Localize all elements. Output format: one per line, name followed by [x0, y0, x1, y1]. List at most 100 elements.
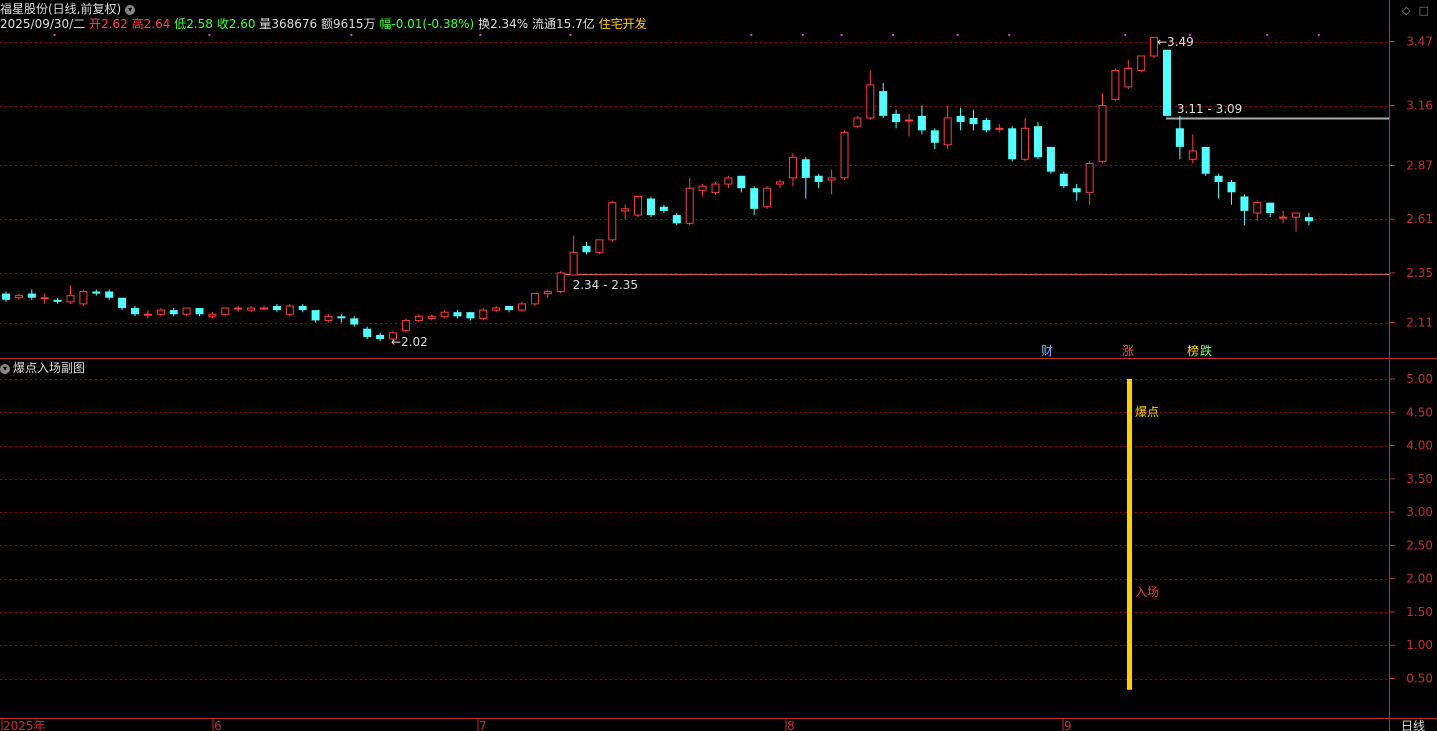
max-price-label: ←3.49 — [1157, 35, 1194, 49]
candle — [672, 212, 681, 226]
candle — [866, 70, 875, 121]
candle — [1137, 55, 1146, 73]
candle — [814, 173, 823, 189]
candle — [840, 130, 849, 180]
event-tag[interactable]: 财 — [1041, 344, 1053, 358]
candle-body — [272, 305, 281, 311]
candle — [1046, 146, 1055, 174]
candle — [1253, 200, 1262, 222]
candle-body — [788, 156, 797, 179]
candle-body — [195, 308, 204, 315]
candle — [143, 310, 152, 319]
period-label[interactable]: 日线 — [1401, 719, 1425, 731]
candle — [195, 308, 204, 317]
candle-body — [453, 312, 462, 317]
candle-body — [582, 246, 591, 253]
candle — [1163, 49, 1171, 116]
candle-body — [105, 291, 114, 298]
event-dot — [208, 34, 211, 36]
candle-body — [350, 318, 359, 325]
event-dot — [350, 34, 353, 36]
candle — [1034, 122, 1042, 160]
candle — [995, 124, 1004, 133]
candle-body — [1124, 67, 1133, 88]
candle-body — [853, 117, 862, 127]
candle-body — [1085, 162, 1094, 193]
event-tag[interactable]: 涨 — [1122, 343, 1134, 358]
candle-body — [956, 115, 965, 123]
candle — [118, 297, 127, 311]
candle — [453, 310, 462, 319]
candle — [466, 312, 475, 321]
candle-body — [182, 307, 191, 315]
candle — [427, 314, 436, 321]
candle-body — [1137, 55, 1146, 71]
event-dot — [750, 34, 753, 36]
candle-body — [737, 175, 746, 189]
candle — [853, 115, 862, 129]
candle-body — [569, 251, 578, 276]
candle — [1008, 126, 1017, 162]
candle-body — [440, 311, 449, 317]
candle — [1072, 184, 1081, 201]
candle-body — [427, 315, 436, 319]
candle — [234, 305, 243, 313]
candle-body — [879, 91, 888, 116]
event-dot — [1008, 34, 1011, 36]
candle — [182, 307, 191, 317]
chart-canvas[interactable]: 3.47 3.16 2.87 2.61 2.35 2.11 5.00 4.50 4.00 3.5… — [0, 0, 1437, 731]
candle-body — [1163, 49, 1171, 116]
candle — [401, 318, 410, 333]
candle — [105, 289, 114, 300]
candle-body — [1188, 150, 1197, 160]
candle-body — [814, 175, 823, 182]
candle — [582, 241, 591, 255]
candle-body — [801, 159, 810, 178]
candle-body — [208, 313, 217, 317]
candle — [1188, 134, 1197, 164]
candle-body — [363, 328, 372, 337]
candle — [943, 105, 952, 149]
candle — [311, 310, 320, 323]
candle-body — [530, 293, 539, 305]
candle-body — [776, 181, 784, 185]
candle-body — [324, 315, 333, 321]
event-tag[interactable]: 榜 — [1187, 343, 1199, 358]
candle — [530, 293, 539, 306]
candle-body — [827, 177, 836, 181]
candle-body — [840, 131, 849, 179]
event-dot — [801, 34, 804, 36]
candle-body — [543, 291, 552, 295]
indicator-tick-label: 0.50 — [1406, 672, 1433, 686]
candle-body — [492, 307, 501, 311]
indicator-tick-label: 4.00 — [1406, 439, 1433, 453]
candle-body — [724, 177, 733, 185]
event-tags: 财 涨 榜跌 — [1041, 343, 1212, 358]
candle-body — [40, 297, 49, 300]
candle-body — [466, 312, 475, 319]
candle-body — [1279, 216, 1288, 219]
event-dot — [479, 34, 482, 36]
reference-lines — [556, 117, 1389, 275]
indicator-tick-label: 4.50 — [1406, 405, 1433, 419]
candle-body — [1240, 196, 1249, 211]
candle-body — [556, 272, 565, 293]
candle-body — [1201, 146, 1210, 174]
candle-body — [969, 117, 978, 125]
candle — [698, 184, 707, 197]
candle — [1111, 68, 1120, 102]
candle — [260, 305, 268, 311]
candle-body — [930, 130, 939, 143]
candle-body — [311, 310, 320, 321]
event-tag[interactable]: 跌 — [1200, 343, 1212, 358]
candle-body — [169, 310, 178, 315]
candle — [1279, 210, 1288, 224]
date-tick-label: 8 — [787, 719, 795, 731]
candle-body — [1227, 182, 1236, 193]
date-tick-label: 9 — [1064, 719, 1072, 731]
candle-body — [698, 185, 707, 191]
candle-body — [285, 305, 294, 315]
candle-body — [1008, 128, 1017, 160]
candle-body — [505, 305, 514, 311]
candle — [543, 289, 552, 298]
